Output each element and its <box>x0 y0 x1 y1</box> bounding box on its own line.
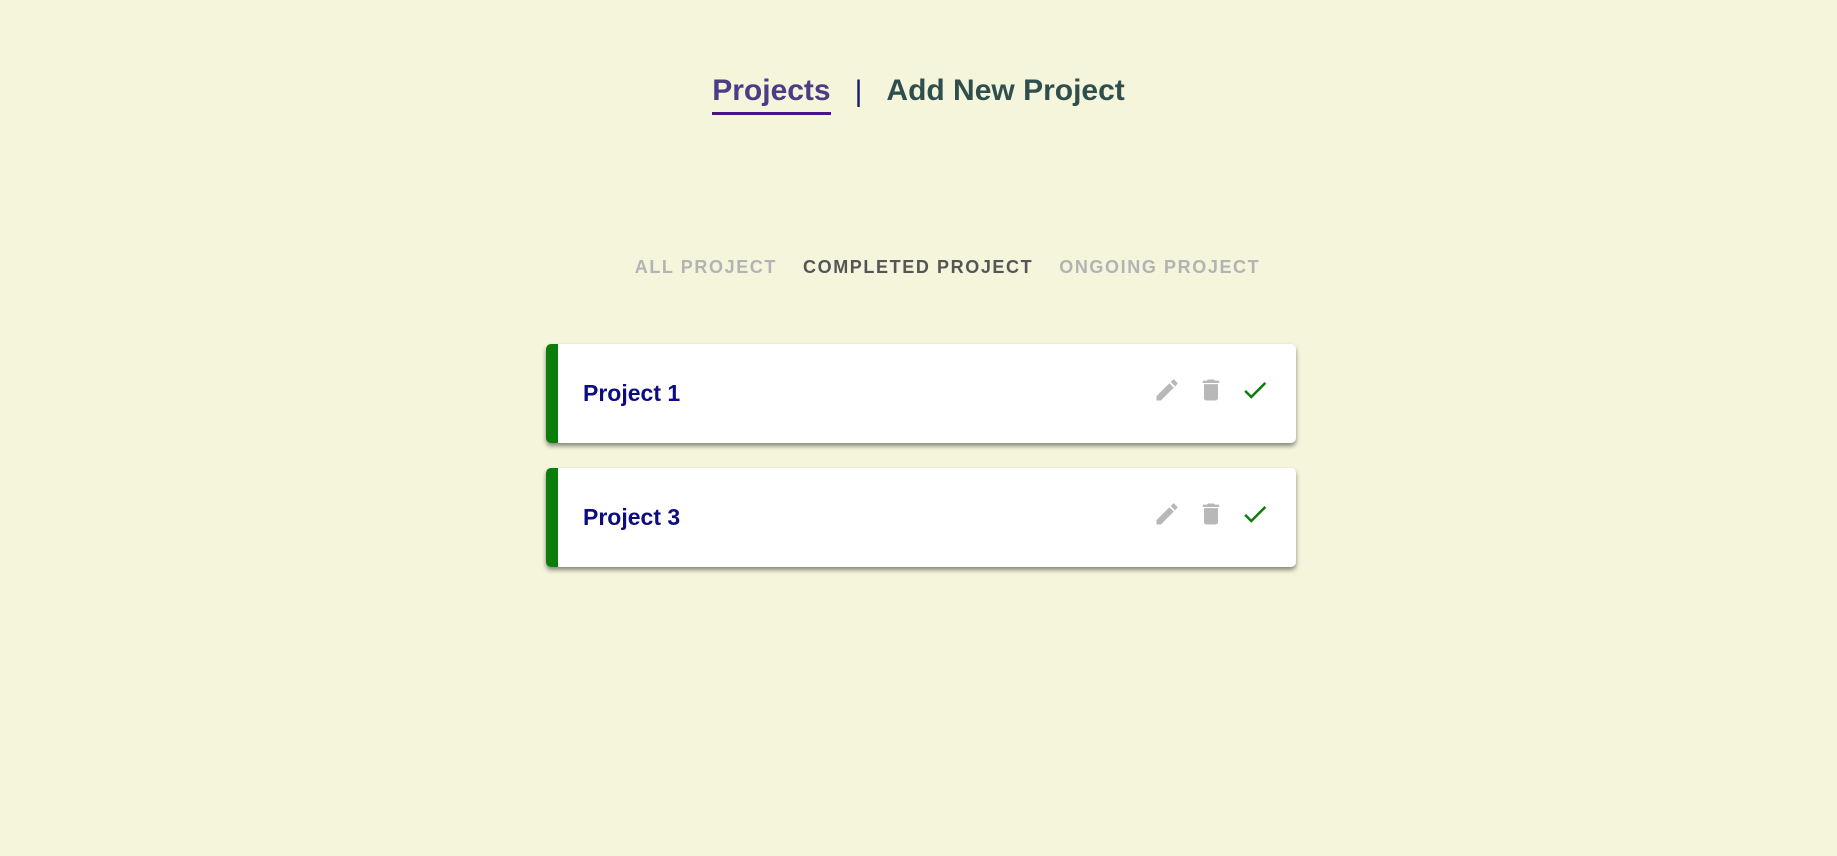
top-nav: Projects | Add New Project <box>0 74 1837 115</box>
trash-icon[interactable] <box>1196 375 1226 405</box>
project-card: Project 1 <box>546 344 1296 443</box>
nav-separator: | <box>854 74 863 108</box>
project-actions <box>1138 375 1270 405</box>
filter-all-projects[interactable]: ALL PROJECT <box>635 257 777 278</box>
project-card: Project 3 <box>546 468 1296 567</box>
check-icon[interactable] <box>1240 499 1270 529</box>
filter-ongoing-projects[interactable]: ONGOING PROJECT <box>1059 257 1260 278</box>
filter-completed-projects[interactable]: COMPLETED PROJECT <box>803 257 1033 278</box>
check-icon[interactable] <box>1240 375 1270 405</box>
nav-projects-link[interactable]: Projects <box>712 74 831 115</box>
nav-add-new-project-link[interactable]: Add New Project <box>886 74 1124 115</box>
trash-icon[interactable] <box>1196 499 1226 529</box>
project-list: Project 1 Project 3 <box>546 344 1296 592</box>
pencil-icon[interactable] <box>1152 499 1182 529</box>
project-filter-bar: ALL PROJECT COMPLETED PROJECT ONGOING PR… <box>29 257 1837 278</box>
pencil-icon[interactable] <box>1152 375 1182 405</box>
project-actions <box>1138 499 1270 529</box>
project-title: Project 1 <box>583 380 681 406</box>
project-title: Project 3 <box>583 504 681 530</box>
